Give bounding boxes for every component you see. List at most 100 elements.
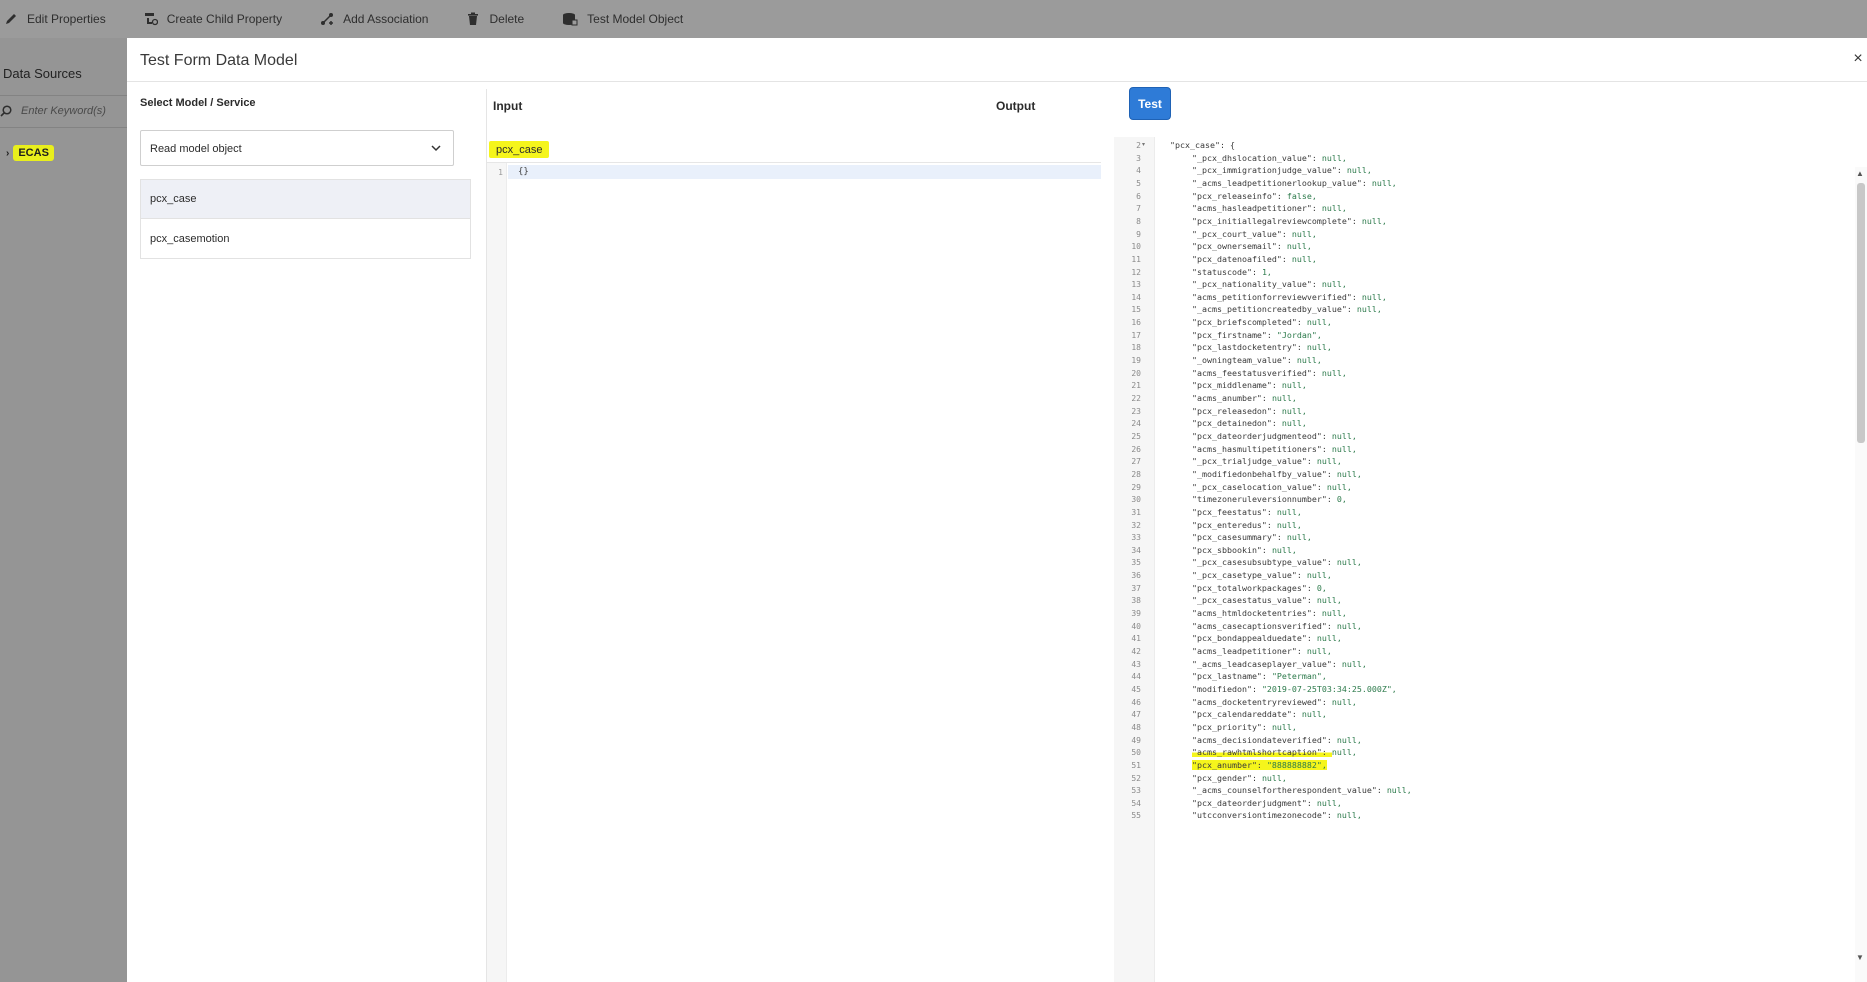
output-code: "_pcx_trialjudge_value": null, [1192,455,1342,468]
select-model-label: Select Model / Service [140,97,256,109]
scroll-up-arrow-icon[interactable]: ▲ [1856,169,1864,178]
output-code: "pcx_lastdocketentry": null, [1192,341,1332,354]
trash-icon [468,12,479,25]
output-line: 6 "pcx_releaseinfo": false, [1114,190,1835,203]
scroll-down-arrow-icon[interactable]: ▼ [1856,953,1864,962]
data-sources-search[interactable]: Enter Keyword(s) [0,98,127,124]
json-value: null, [1331,443,1357,454]
test-button[interactable]: Test [1129,87,1171,120]
test-form-data-model-dialog: Test Form Data Model × Select Model / Se… [127,38,1867,982]
json-key: "pcx_totalworkpackages": [1192,582,1317,593]
scrollbar-thumb[interactable] [1857,183,1865,443]
json-key: "pcx_calendareddate": [1192,709,1302,720]
output-code: "timezoneruleversionnumber": 0, [1192,493,1347,506]
divider [0,127,127,128]
list-item-pcx-case[interactable]: pcx_case [141,180,470,219]
line-number: 31 [1131,507,1141,517]
json-key: "_pcx_nationality_value": [1192,279,1322,290]
line-number: 14 [1131,292,1141,302]
output-line: 53 "_acms_counselfortherespondent_value":… [1114,784,1835,797]
close-icon[interactable]: × [1849,50,1867,68]
output-code: "pcx_bondappealduedate": null, [1192,632,1342,645]
delete-button[interactable]: Delete [466,0,524,38]
output-line: 26 "acms_hasmultipetitioners": null, [1114,443,1835,456]
line-number: 1 [498,168,503,177]
pencil-icon [6,14,16,24]
json-value: null, [1331,696,1357,707]
output-code: "pcx_priority": null, [1192,721,1297,734]
output-code: "pcx_casesummary": null, [1192,531,1312,544]
output-code: "pcx_releaseinfo": false, [1192,190,1317,203]
output-code: "pcx_dateorderjudgment": null, [1192,797,1342,810]
json-value: null, [1306,570,1332,581]
output-line: 52 "pcx_gender": null, [1114,772,1835,785]
output-line: 14 "acms_petitionforreviewverified": null… [1114,291,1835,304]
json-key: "pcx_sbbookin": [1192,544,1272,555]
model-list: pcx_case pcx_casemotion [140,179,471,259]
json-value: null, [1341,658,1367,669]
line-number: 17 [1131,330,1141,340]
line-number: 45 [1131,684,1141,694]
line-number: 52 [1131,773,1141,783]
json-value: null, [1291,253,1317,264]
tree-item-ecas[interactable]: › ECAS [6,145,54,161]
json-value: null, [1271,544,1297,555]
json-value: 1, [1261,266,1272,277]
edit-properties-button[interactable]: Edit Properties [4,0,106,38]
json-key: "acms_decisiondateverified": [1192,734,1337,745]
add-association-button[interactable]: Add Association [320,0,428,38]
list-item-pcx-casemotion[interactable]: pcx_casemotion [141,219,470,258]
line-number: 12 [1131,267,1141,277]
line-number: 16 [1131,318,1141,328]
output-code: "pcx_releasedon": null, [1192,405,1307,418]
line-number: 50 [1131,748,1141,758]
background-toolbar: Edit Properties Create Child Property Ad… [0,0,1867,38]
test-model-object-button[interactable]: Test Model Object [562,0,683,38]
line-number: 25 [1131,431,1141,441]
output-line: 31 "pcx_feestatus": null, [1114,506,1835,519]
line-number: 2 [1136,141,1141,150]
json-value: null, [1336,734,1362,745]
test-model-object-label: Test Model Object [587,12,684,26]
create-child-property-button[interactable]: Create Child Property [144,0,282,38]
output-code: "pcx_feestatus": null, [1192,506,1302,519]
output-code: "acms_leadpetitioner": null, [1192,645,1332,658]
line-number: 38 [1131,596,1141,606]
output-code: "acms_hasmultipetitioners": null, [1192,443,1357,456]
line-number: 27 [1131,457,1141,467]
association-icon [321,13,334,25]
output-line: 11 "pcx_datenoafiled": null, [1114,253,1835,266]
json-value: null, [1361,215,1387,226]
json-key: "pcx_initiallegalreviewcomplete": [1192,215,1362,226]
output-line: 3 "_pcx_dhslocation_value": null, [1114,152,1835,165]
json-value: null, [1346,165,1372,176]
output-line: 24 "pcx_detainedon": null, [1114,417,1835,430]
dialog-title: Test Form Data Model [140,52,298,69]
json-value: null, [1316,595,1342,606]
select-service-dropdown[interactable]: Read model object [140,130,454,166]
json-key: "utcconversiontimezonecode": [1192,810,1337,821]
output-code: "pcx_firstname": "Jordan", [1192,329,1322,342]
output-code: "pcx_sbbookin": null, [1192,544,1297,557]
data-sources-title: Data Sources [3,66,82,81]
output-scrollbar[interactable]: ▲ ▼ [1855,167,1867,982]
output-line: 7 "acms_hasleadpetitioner": null, [1114,202,1835,215]
json-value: null, [1321,279,1347,290]
fold-toggle-icon[interactable]: ▾ [1142,139,1145,152]
input-json-editor[interactable]: 1 {} [487,162,1101,982]
json-key: "_pcx_caselocation_value": [1192,481,1327,492]
json-value: null, [1306,646,1332,656]
output-line: 8 "pcx_initiallegalreviewcomplete": null, [1114,215,1835,228]
output-line: 35 "_pcx_casesubsubtype_value": null, [1114,556,1835,569]
output-code: "_modifiedonbehalfby_value": null, [1192,468,1362,481]
output-line: 51 "pcx_anumber": "888888882", [1114,759,1835,772]
output-json-viewer[interactable]: 2 ▾ "pcx_case": {3 "_pcx_dhslocation_value"… [1114,137,1835,982]
output-code: "pcx_calendareddate": null, [1192,708,1327,721]
line-number: 32 [1131,520,1141,530]
json-key: "_pcx_dhslocation_value": [1192,152,1322,163]
json-value: null, [1291,228,1317,239]
json-value: null, [1276,506,1302,517]
line-number: 28 [1131,469,1141,479]
output-code: "utcconversiontimezonecode": null, [1192,809,1362,822]
output-line: 47 "pcx_calendareddate": null, [1114,708,1835,721]
